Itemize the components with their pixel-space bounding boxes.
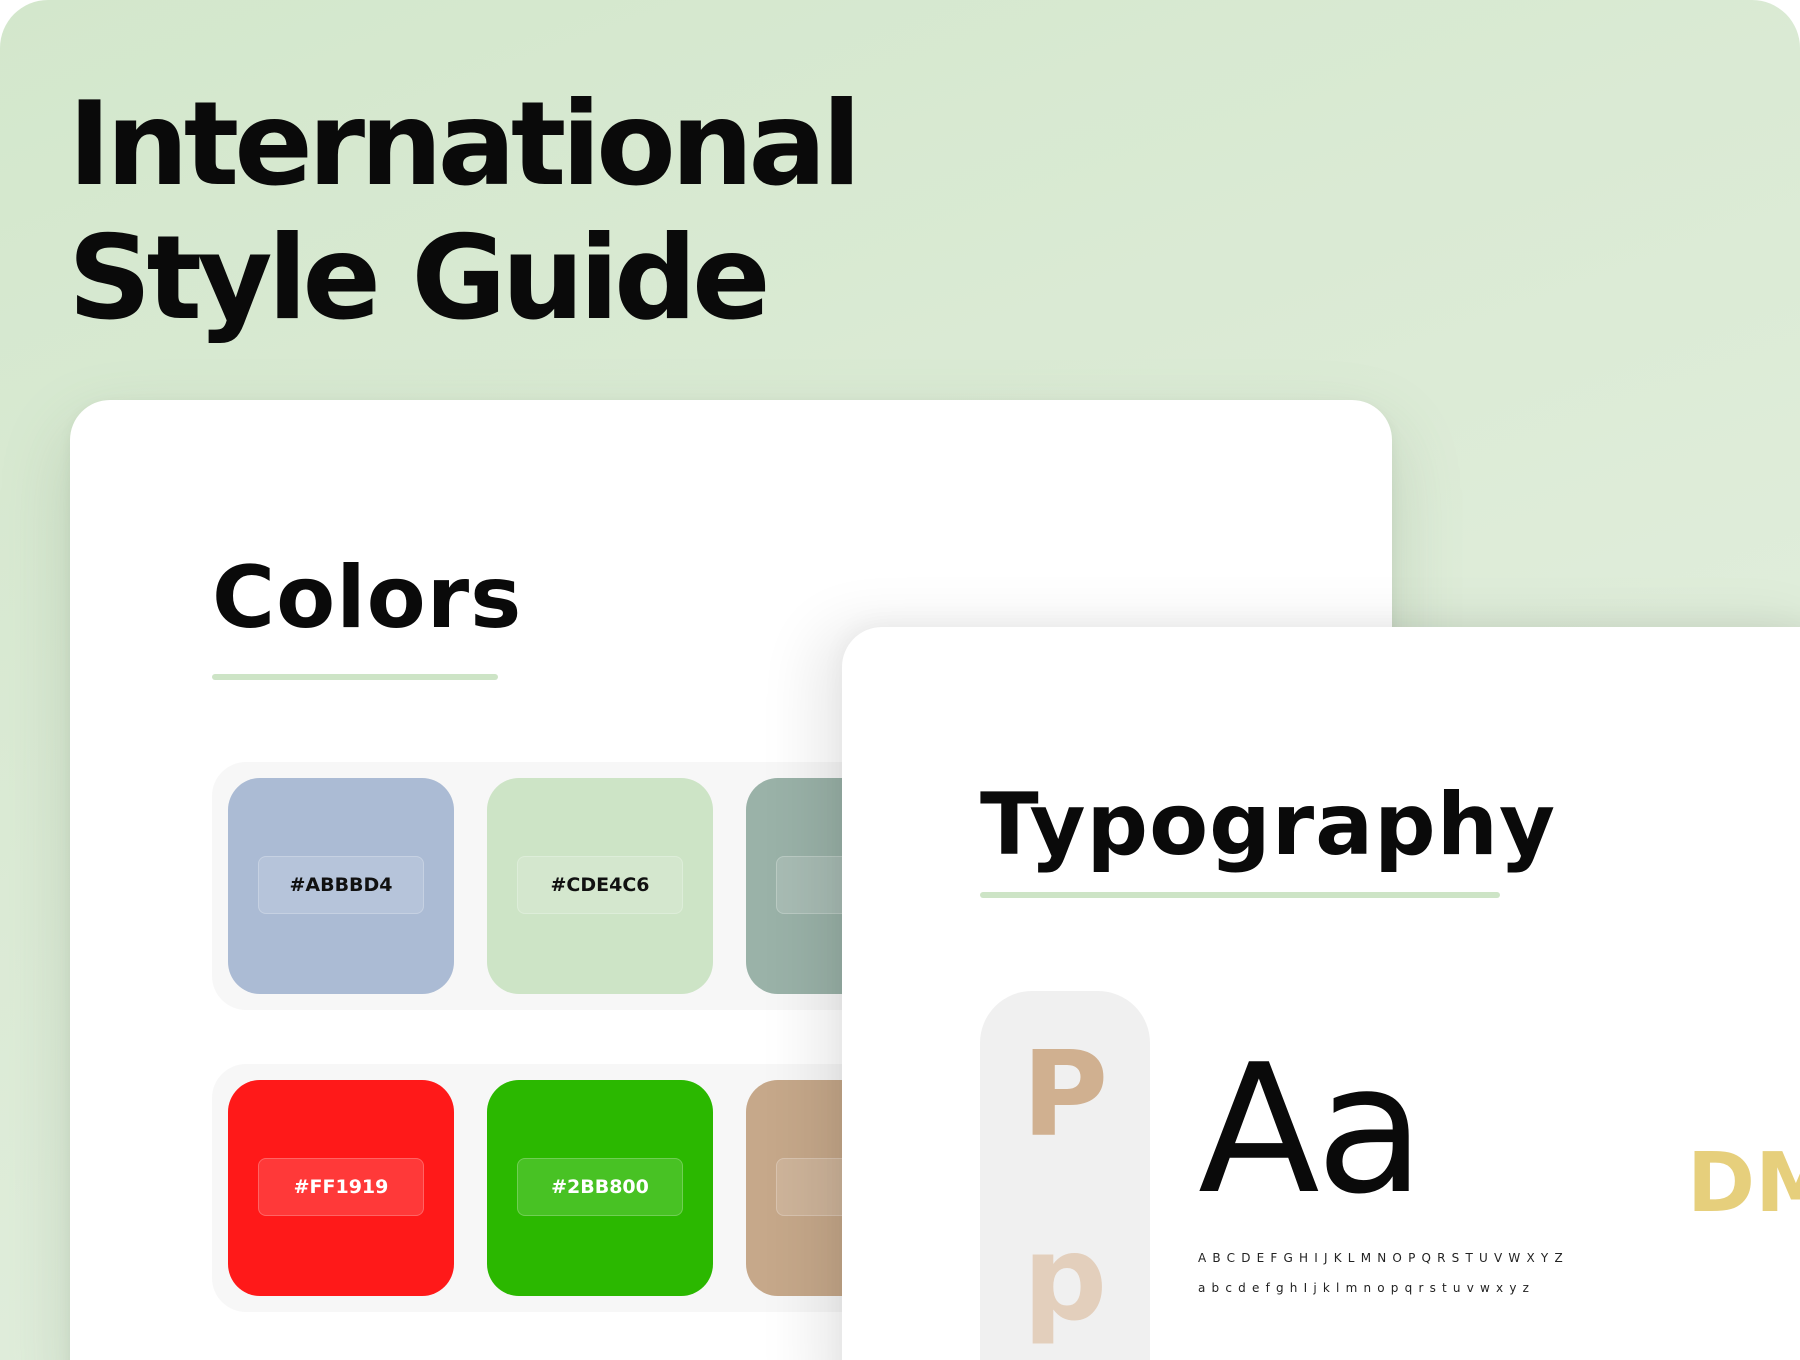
colors-title: Colors [212, 548, 523, 648]
swatch-hex-label: #2BB800 [517, 1158, 683, 1216]
alphabet-uppercase: ABCDEFGHIJKLMNOPQRSTUVWXYZ [1198, 1251, 1569, 1265]
typography-card: Typography P p Aa ABCDEFGHIJKLMNOPQRSTUV… [842, 627, 1800, 1360]
typography-title-underline [980, 892, 1500, 898]
color-swatch-2bb800[interactable]: #2BB800 [487, 1080, 713, 1296]
letter-specimen-lower: p [1022, 1209, 1108, 1347]
color-swatch-abbbd4[interactable]: #ABBBD4 [228, 778, 454, 994]
font-name: DM [1687, 1136, 1800, 1231]
type-sample-aa: Aa [1198, 1026, 1425, 1233]
letter-specimen-upper: P [1021, 1025, 1109, 1163]
alphabet-lowercase: abcdefghIjklmnopqrstuvwxyz [1198, 1281, 1536, 1295]
letter-specimen-pill: P p [980, 991, 1150, 1360]
color-swatch-ff1919[interactable]: #FF1919 [228, 1080, 454, 1296]
colors-title-underline [212, 674, 498, 680]
swatch-hex-label: #CDE4C6 [517, 856, 683, 914]
swatch-hex-label: #FF1919 [258, 1158, 424, 1216]
swatch-hex-label: #ABBBD4 [258, 856, 424, 914]
page-title-line-2: Style Guide [68, 211, 771, 346]
style-guide-canvas: International Style Guide Colors #ABBBD4… [0, 0, 1800, 1360]
color-swatch-cde4c6[interactable]: #CDE4C6 [487, 778, 713, 994]
typography-title: Typography [980, 775, 1557, 875]
page-title: International Style Guide [68, 77, 861, 346]
page-title-line-1: International [68, 77, 861, 212]
